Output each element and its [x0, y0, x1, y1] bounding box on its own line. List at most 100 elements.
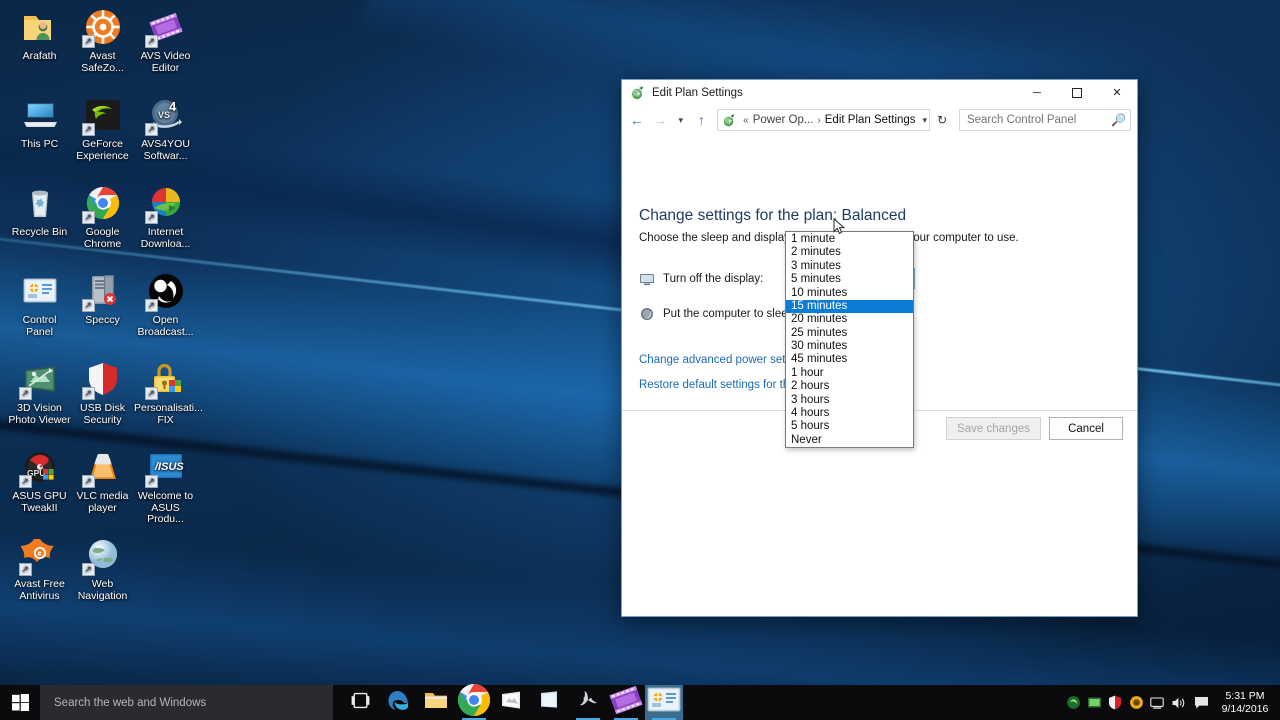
dropdown-option[interactable]: 15 minutes [786, 299, 913, 314]
desktop-icon[interactable]: Recycle Bin [8, 182, 71, 239]
dropdown-option[interactable]: 2 hours [786, 380, 913, 393]
taskbar-clock[interactable]: 5:31 PM 9/14/2016 [1214, 685, 1276, 720]
turn-off-display-dropdown-list[interactable]: 1 minute 2 minutes 3 minutes 5 minutes 10 mi… [785, 231, 914, 449]
desktop-icon-label: Avast Free Antivirus [14, 578, 65, 602]
desktop-icon[interactable]: USB Disk Security [71, 358, 134, 426]
desktop-icon[interactable]: 3D Vision Photo Viewer [8, 358, 71, 426]
mouse-cursor [833, 217, 847, 236]
desktop-icon-label: Google Chrome [83, 226, 122, 250]
shield-red-tray-icon[interactable] [1105, 685, 1125, 720]
taskbar-taskbar-app-3[interactable] [569, 685, 607, 720]
breadcrumb-item-power-options[interactable]: Power Op... [751, 114, 816, 126]
desktop-icon[interactable]: Arafath [8, 6, 71, 63]
dropdown-option[interactable]: 3 hours [786, 394, 913, 407]
desktop-icon[interactable]: Speccy [71, 270, 134, 327]
taskbar-task-view[interactable] [341, 685, 379, 720]
taskbar-google-chrome[interactable] [455, 683, 493, 720]
desktop-icon[interactable]: Google Chrome [71, 182, 134, 250]
edge-icon [387, 689, 410, 717]
arrow-up-icon[interactable]: ↑ [691, 109, 713, 131]
dropdown-option[interactable]: 25 minutes [786, 327, 913, 340]
taskbar-app-buttons [341, 683, 683, 720]
chevron-down-icon[interactable]: ▾ [673, 109, 689, 131]
taskbar-microsoft-edge[interactable] [379, 685, 417, 720]
window-title-bar: Edit Plan Settings ─ ✕ [622, 80, 1137, 105]
taskbar-control-panel[interactable] [645, 685, 683, 720]
app-green-tray-icon[interactable] [1084, 685, 1104, 720]
dropdown-option[interactable]: 3 minutes [786, 260, 913, 273]
action-center-icon[interactable] [1189, 685, 1213, 720]
taskbar-file-explorer[interactable] [417, 685, 455, 720]
shortcut-overlay-icon [144, 123, 158, 136]
dropdown-option[interactable]: 5 hours [786, 420, 913, 433]
desktop-icon[interactable]: /ISUS Welcome to ASUS Produ... [134, 446, 197, 526]
dropdown-option[interactable]: 10 minutes [786, 287, 913, 300]
save-changes-button[interactable]: Save changes [946, 417, 1041, 440]
shortcut-overlay-icon [81, 387, 95, 400]
taskbar-avs-video-editor[interactable] [607, 685, 645, 720]
power-plan-icon [722, 113, 737, 128]
cancel-button[interactable]: Cancel [1049, 417, 1123, 440]
setting-row-turn-off-display: Turn off the display: [639, 271, 763, 287]
desktop-icon-label: AVS4YOU Softwar... [141, 138, 190, 162]
breadcrumb-prefix: « [743, 114, 749, 126]
dropdown-option[interactable]: Never [786, 434, 913, 447]
dropdown-option[interactable]: 30 minutes [786, 340, 913, 353]
windows-start-icon[interactable] [0, 685, 40, 720]
internet-download-manager-icon [144, 182, 187, 224]
maximize-button[interactable] [1057, 80, 1097, 105]
taskbar-taskbar-app-1[interactable] [493, 685, 531, 720]
desktop-icon-label: Speccy [85, 314, 120, 326]
dropdown-option[interactable]: 5 minutes [786, 273, 913, 286]
desktop-icon[interactable]: AVS Video Editor [134, 6, 197, 74]
web-navigation-icon [81, 534, 124, 576]
dropdown-option[interactable]: 2 minutes [786, 246, 913, 259]
close-button[interactable]: ✕ [1097, 80, 1137, 105]
desktop-icon[interactable]: VLC media player [71, 446, 134, 514]
desktop-icon[interactable]: GeForce Experience [71, 94, 134, 162]
chevron-down-icon[interactable]: ▾ [918, 115, 933, 126]
shortcut-overlay-icon [18, 563, 32, 576]
taskbar-taskbar-app-2[interactable] [531, 685, 569, 720]
desktop-icon[interactable]: Avast SafeZo... [71, 6, 134, 74]
desktop-icon[interactable]: GPUASUS GPU TweakII [8, 446, 71, 514]
obs-icon [144, 270, 187, 312]
desktop-icon[interactable]: Internet Downloa... [134, 182, 197, 250]
desktop-icon-grid: Arafath Avast SafeZo... AVS Video Editor Th… [0, 0, 203, 640]
minimize-button[interactable]: ─ [1017, 80, 1057, 105]
dropdown-option[interactable]: 20 minutes [786, 313, 913, 326]
shortcut-overlay-icon [18, 387, 32, 400]
taskbar: Search the web and Windows 5:31 PM 9/14/… [0, 683, 1280, 720]
desktop-icon[interactable]: Personalisati... FIX [134, 358, 203, 426]
arrow-right-icon[interactable]: → [650, 109, 672, 131]
avast-tray-icon[interactable] [1126, 685, 1146, 720]
search-control-panel-box[interactable]: 🔍 [958, 109, 1131, 131]
dropdown-option[interactable]: 4 hours [786, 407, 913, 420]
search-icon: 🔍 [1111, 113, 1126, 127]
refresh-icon[interactable]: ↻ [932, 109, 952, 131]
desktop-icon-label: Internet Downloa... [140, 226, 191, 250]
nvidia-tray-icon[interactable] [1063, 685, 1083, 720]
dropdown-option[interactable]: 1 minute [786, 233, 913, 246]
breadcrumb-item-edit-plan-settings[interactable]: Edit Plan Settings [823, 114, 918, 126]
desktop-icon[interactable]: Control Panel [8, 270, 71, 338]
volume-icon[interactable] [1168, 685, 1188, 720]
fan-icon [577, 689, 599, 716]
desktop-icon[interactable]: This PC [8, 94, 71, 151]
desktop-icon[interactable]: Open Broadcast... [134, 270, 197, 338]
sleep-moon-icon [639, 306, 655, 322]
search-input[interactable] [966, 114, 1112, 126]
network-icon[interactable] [1147, 685, 1167, 720]
monitor-icon [639, 271, 655, 287]
arrow-left-icon[interactable]: ← [626, 109, 648, 131]
taskbar-search-box[interactable]: Search the web and Windows [40, 685, 333, 720]
desktop-icon[interactable]: VS4AVS4YOU Softwar... [134, 94, 197, 162]
desktop-icon[interactable]: Avast Free Antivirus [8, 534, 71, 602]
dialog-buttons: Save changes Cancel [946, 417, 1123, 440]
shortcut-overlay-icon [81, 475, 95, 488]
dropdown-option[interactable]: 45 minutes [786, 354, 913, 367]
desktop-icon[interactable]: Web Navigation [71, 534, 134, 602]
app-blue-icon [539, 690, 561, 715]
dropdown-option[interactable]: 1 hour [786, 367, 913, 380]
breadcrumb[interactable]: « Power Op... › Edit Plan Settings ▾ [717, 109, 933, 131]
